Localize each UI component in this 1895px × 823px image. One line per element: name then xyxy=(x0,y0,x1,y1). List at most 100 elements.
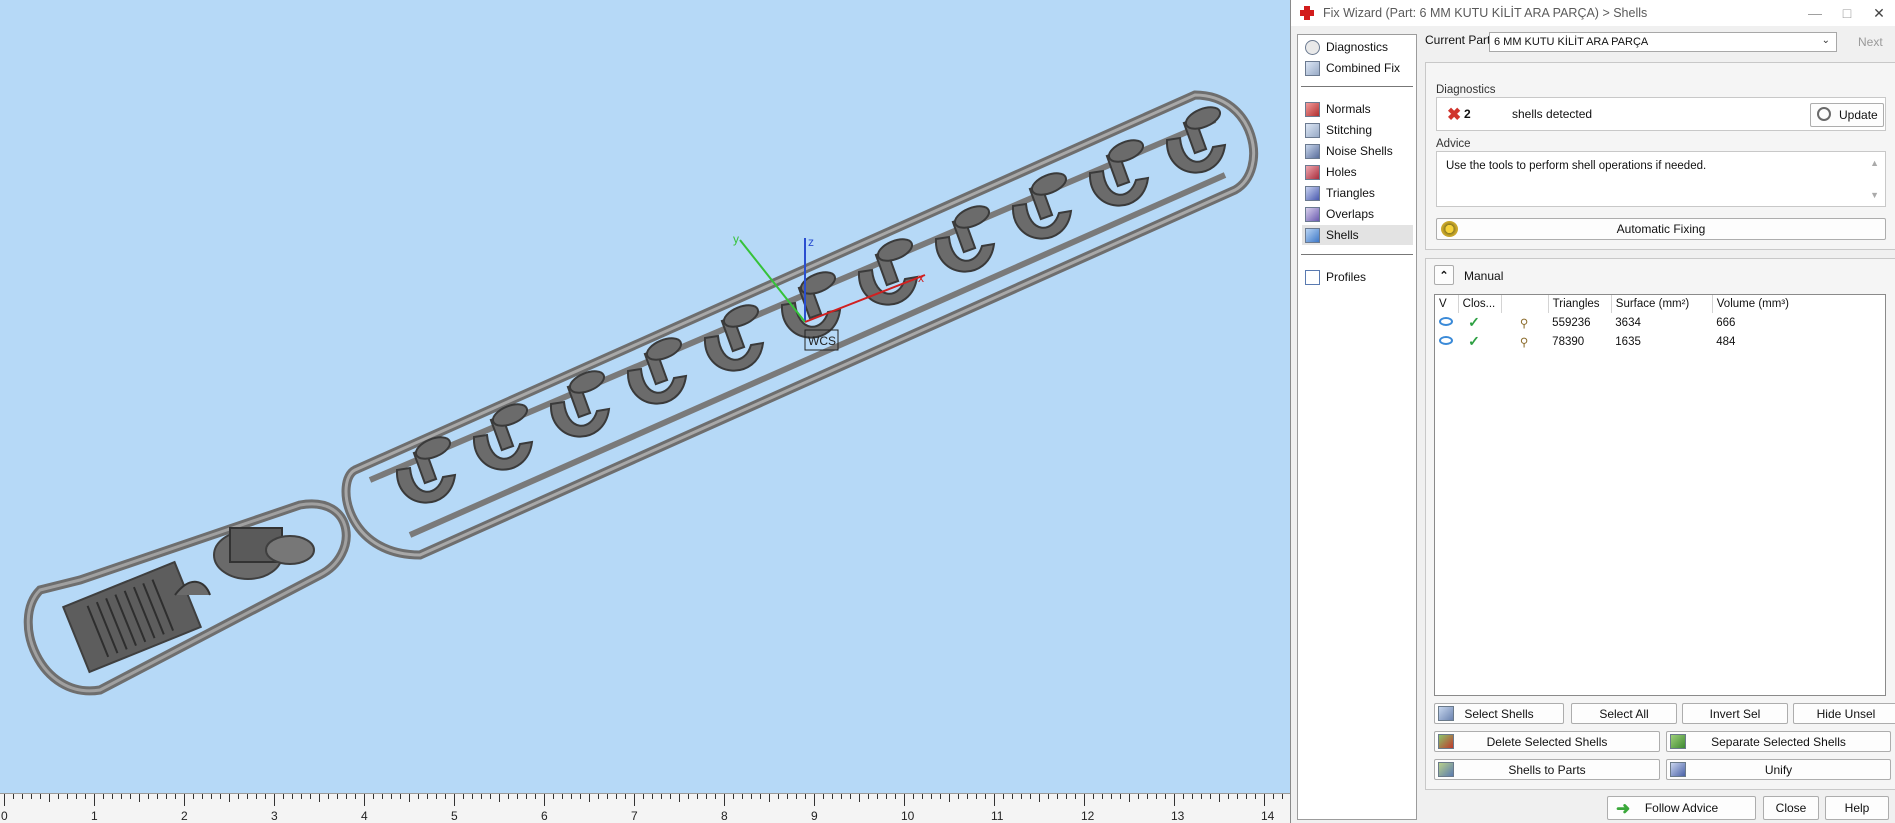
table-row[interactable]: ✓ ⚲ 559236 3634 666 xyxy=(1435,313,1807,332)
nav-item-holes[interactable]: Holes xyxy=(1302,162,1413,182)
ruler-tick xyxy=(868,794,869,799)
ruler-tick xyxy=(1174,794,1175,806)
table-row[interactable]: ✓ ⚲ 78390 1635 484 xyxy=(1435,332,1807,351)
maximize-button[interactable]: □ xyxy=(1831,0,1863,26)
ruler-tick xyxy=(886,794,887,799)
zoom-to-shell-icon[interactable]: ⚲ xyxy=(1502,313,1548,332)
help-button[interactable]: Help xyxy=(1825,796,1889,820)
separate-selected-shells-button[interactable]: Separate Selected Shells xyxy=(1666,731,1891,752)
ruler-tick xyxy=(535,794,536,799)
follow-advice-button[interactable]: ➜ Follow Advice xyxy=(1607,796,1756,820)
close-window-button[interactable]: ✕ xyxy=(1863,0,1895,26)
next-button[interactable]: Next xyxy=(1843,32,1895,52)
window-title: Fix Wizard (Part: 6 MM KUTU KİLİT ARA PA… xyxy=(1323,6,1648,20)
3d-viewport[interactable]: z y x WCS 0 1 2 3 4 5 6 7 8 9 10 11 12 13 14 xyxy=(0,0,1290,823)
ruler-tick xyxy=(850,794,851,799)
col-closed[interactable]: Clos... xyxy=(1458,295,1503,313)
axis-z-label: z xyxy=(808,235,814,249)
magnifier-icon xyxy=(1817,107,1831,121)
nav-item-combined-fix[interactable]: Combined Fix xyxy=(1302,58,1413,78)
col-surface[interactable]: Surface (mm²) xyxy=(1611,295,1713,313)
diagnostics-section: Diagnostics ✖ 2 shells detected Update A… xyxy=(1425,62,1895,250)
follow-advice-label: Follow Advice xyxy=(1644,801,1719,815)
nav-item-triangles[interactable]: Triangles xyxy=(1302,183,1413,203)
nav-item-noise-shells[interactable]: Noise Shells xyxy=(1302,141,1413,161)
ruler-tick xyxy=(832,794,833,799)
minimize-button[interactable]: — xyxy=(1799,0,1831,26)
col-zoom[interactable] xyxy=(1501,295,1549,313)
ruler-tick xyxy=(220,794,221,799)
ruler-tick xyxy=(625,794,626,799)
model-scene: z y x WCS xyxy=(23,90,1259,696)
ruler-tick xyxy=(526,794,527,799)
ruler-tick xyxy=(517,794,518,799)
hide-unsel-button[interactable]: Hide Unsel xyxy=(1793,703,1895,724)
automatic-fixing-button[interactable]: Automatic Fixing xyxy=(1436,218,1886,240)
shells-table[interactable]: V Clos... Triangles Surface (mm²) Volume… xyxy=(1434,294,1886,696)
ruler-tick xyxy=(616,794,617,799)
nav-item-shells[interactable]: Shells xyxy=(1302,225,1413,245)
ruler-tick xyxy=(724,794,725,806)
scroll-down-icon[interactable]: ▼ xyxy=(1870,190,1879,200)
ruler-tick xyxy=(373,794,374,799)
ruler-label: 11 xyxy=(991,809,1004,823)
nav-label: Normals xyxy=(1326,102,1371,116)
nav-label: Holes xyxy=(1326,165,1357,179)
eye-icon[interactable] xyxy=(1435,332,1458,351)
ruler-tick xyxy=(814,794,815,806)
close-button[interactable]: Close xyxy=(1763,796,1819,820)
ruler-tick xyxy=(697,794,698,799)
current-part-select[interactable]: 6 MM KUTU KİLİT ARA PARÇA ⌄ xyxy=(1489,32,1837,52)
ruler-tick xyxy=(310,794,311,799)
chevron-down-icon: ⌄ xyxy=(1821,35,1830,46)
ruler-tick xyxy=(4,794,5,806)
delete-selected-shells-button[interactable]: Delete Selected Shells xyxy=(1434,731,1660,752)
ruler-tick xyxy=(787,794,788,799)
nav-item-normals[interactable]: Normals xyxy=(1302,99,1413,119)
ruler-tick xyxy=(1012,794,1013,799)
select-shells-button[interactable]: Select Shells xyxy=(1434,703,1564,724)
anchor-head xyxy=(953,205,991,229)
ruler-tick xyxy=(103,794,104,799)
long-part-frame[interactable] xyxy=(341,90,1259,560)
triangles-cell: 559236 xyxy=(1552,316,1591,329)
shells-to-parts-button[interactable]: Shells to Parts xyxy=(1434,759,1660,780)
ruler-tick xyxy=(679,794,680,802)
ruler-label: 9 xyxy=(811,809,818,823)
nav-item-profiles[interactable]: Profiles xyxy=(1302,267,1413,287)
ruler-tick xyxy=(445,794,446,799)
small-part-frame[interactable] xyxy=(23,499,351,696)
col-visible[interactable]: V xyxy=(1435,295,1459,313)
ruler-tick xyxy=(985,794,986,799)
ruler-tick xyxy=(1192,794,1193,799)
nav-item-overlaps[interactable]: Overlaps xyxy=(1302,204,1413,224)
ruler-tick xyxy=(859,794,860,802)
update-button[interactable]: Update xyxy=(1810,103,1884,127)
ruler-tick xyxy=(760,794,761,799)
triangles-icon xyxy=(1305,185,1320,201)
ruler-tick xyxy=(904,794,905,806)
nav-label: Combined Fix xyxy=(1326,61,1401,75)
col-triangles[interactable]: Triangles xyxy=(1548,295,1612,313)
manual-section: ⌃ Manual V Clos... Triangles Surface (mm… xyxy=(1425,258,1895,790)
ruler-tick xyxy=(1093,794,1094,799)
zoom-to-shell-icon[interactable]: ⚲ xyxy=(1502,332,1548,351)
ruler-tick xyxy=(76,794,77,799)
invert-sel-button[interactable]: Invert Sel xyxy=(1682,703,1788,724)
select-all-button[interactable]: Select All xyxy=(1571,703,1677,724)
scroll-up-icon[interactable]: ▲ xyxy=(1870,158,1879,168)
ruler-tick xyxy=(607,794,608,799)
collapse-manual-button[interactable]: ⌃ xyxy=(1434,265,1454,285)
nav-item-stitching[interactable]: Stitching xyxy=(1302,120,1413,140)
unify-button[interactable]: Unify xyxy=(1666,759,1891,780)
ruler-tick xyxy=(1219,794,1220,802)
ruler-tick xyxy=(1165,794,1166,799)
eye-icon[interactable] xyxy=(1435,313,1458,332)
nav-item-diagnostics[interactable]: Diagnostics xyxy=(1302,37,1413,57)
ruler-tick xyxy=(454,794,455,806)
unify-label: Unify xyxy=(1764,762,1793,777)
ruler-tick xyxy=(1075,794,1076,799)
col-volume[interactable]: Volume (mm³) xyxy=(1712,295,1807,313)
ruler-tick xyxy=(553,794,554,799)
ruler-tick xyxy=(265,794,266,799)
